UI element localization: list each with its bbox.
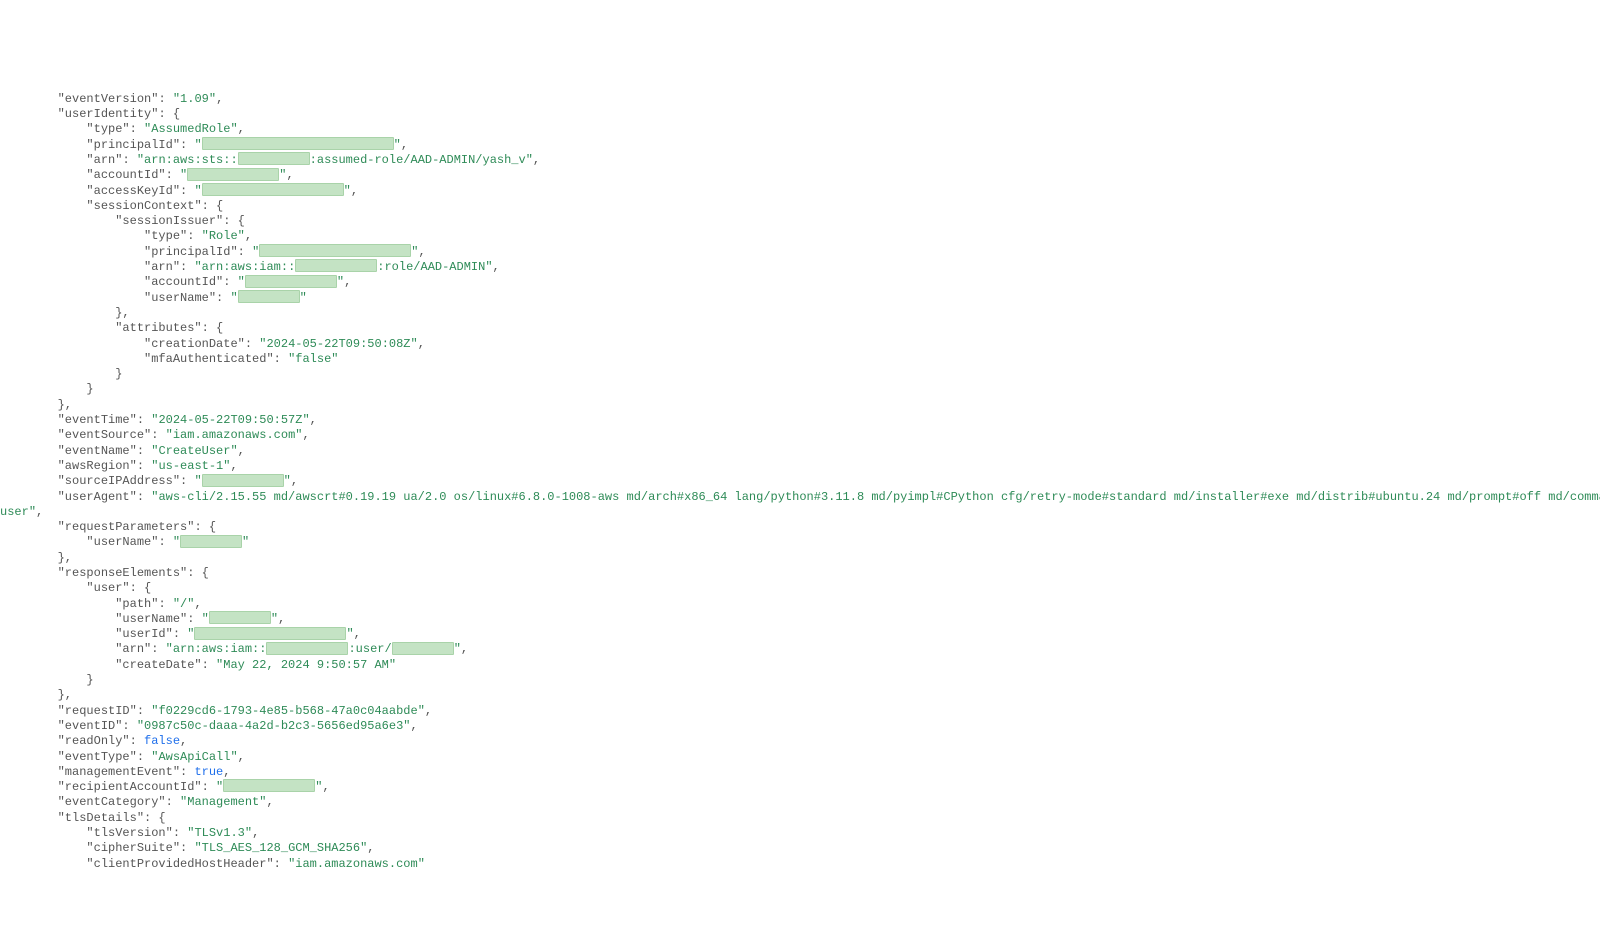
- redacted-principalId: [202, 137, 394, 150]
- val-si-type: "Role": [202, 229, 245, 243]
- redacted-re-userName: [209, 611, 271, 624]
- val-si-arn: "arn:aws:iam::: [194, 260, 295, 274]
- cloudtrail-json-log: "eventVersion": "1.09", "userIdentity": …: [0, 76, 1600, 871]
- key-eventID: "eventID": [58, 719, 123, 733]
- key-si-userName: "userName": [144, 291, 216, 305]
- val-userAgent-cont: user": [0, 505, 36, 519]
- key-createDate: "createDate": [115, 658, 201, 672]
- redacted-si-userName: [238, 290, 300, 303]
- key-sourceIPAddress: "sourceIPAddress": [58, 474, 180, 488]
- redacted-si-arn-account: [295, 259, 377, 272]
- key-eventSource: "eventSource": [58, 428, 152, 442]
- redacted-accountId: [187, 168, 279, 181]
- key-user: "user": [86, 581, 129, 595]
- redacted-si-accountId: [245, 275, 337, 288]
- val-requestID: "f0229cd6-1793-4e85-b568-47a0c04aabde": [151, 704, 425, 718]
- key-si-principalId: "principalId": [144, 245, 238, 259]
- val-eventSource: "iam.amazonaws.com": [166, 428, 303, 442]
- val-eventVersion: "1.09": [173, 92, 216, 106]
- redacted-si-principalId: [259, 244, 411, 257]
- val-userIdentity-arn: "arn:aws:sts::: [137, 153, 238, 167]
- redacted-accessKeyId: [202, 183, 344, 196]
- val-eventID: "0987c50c-daaa-4a2d-b2c3-5656ed95a6e3": [137, 719, 411, 733]
- key-eventTime: "eventTime": [58, 413, 137, 427]
- val-cipherSuite: "TLS_AES_128_GCM_SHA256": [194, 841, 367, 855]
- redacted-re-arn-user: [392, 642, 454, 655]
- val-re-arn: "arn:aws:iam::: [166, 642, 267, 656]
- key-cipherSuite: "cipherSuite": [86, 841, 180, 855]
- key-accountId: "accountId": [86, 168, 165, 182]
- key-mfaAuthenticated: "mfaAuthenticated": [144, 352, 274, 366]
- key-userIdentity: "userIdentity": [58, 107, 159, 121]
- key-path: "path": [115, 597, 158, 611]
- val-awsRegion: "us-east-1": [151, 459, 230, 473]
- key-si-type: "type": [144, 229, 187, 243]
- val-readOnly: false: [144, 734, 180, 748]
- val-createDate: "May 22, 2024 9:50:57 AM": [216, 658, 396, 672]
- key-requestID: "requestID": [58, 704, 137, 718]
- key-awsRegion: "awsRegion": [58, 459, 137, 473]
- key-principalId: "principalId": [86, 138, 180, 152]
- val-eventCategory: "Management": [180, 795, 266, 809]
- key-userId: "userId": [115, 627, 173, 641]
- key-attributes: "attributes": [115, 321, 201, 335]
- key-eventType: "eventType": [58, 750, 137, 764]
- val-userAgent: "aws-cli/2.15.55 md/awscrt#0.19.19 ua/2.…: [151, 490, 1600, 504]
- key-arn: "arn": [86, 153, 122, 167]
- key-si-accountId: "accountId": [144, 275, 223, 289]
- key-clientProvidedHostHeader: "clientProvidedHostHeader": [86, 857, 273, 871]
- val-clientProvidedHostHeader: "iam.amazonaws.com": [288, 857, 425, 871]
- redacted-re-arn-account: [266, 642, 348, 655]
- key-readOnly: "readOnly": [58, 734, 130, 748]
- key-sessionIssuer: "sessionIssuer": [115, 214, 223, 228]
- val-path: "/": [173, 597, 195, 611]
- key-sessionContext: "sessionContext": [86, 199, 201, 213]
- key-tlsDetails: "tlsDetails": [58, 811, 144, 825]
- val-managementEvent: true: [194, 765, 223, 779]
- key-managementEvent: "managementEvent": [58, 765, 180, 779]
- key-eventVersion: "eventVersion": [58, 92, 159, 106]
- key-recipientAccountId: "recipientAccountId": [58, 780, 202, 794]
- key-requestParameters: "requestParameters": [58, 520, 195, 534]
- key-tlsVersion: "tlsVersion": [86, 826, 172, 840]
- val-mfaAuthenticated: "false": [288, 352, 338, 366]
- key-userAgent: "userAgent": [58, 490, 137, 504]
- redacted-sourceIPAddress: [202, 474, 284, 487]
- val-userIdentity-type: "AssumedRole": [144, 122, 238, 136]
- key-creationDate: "creationDate": [144, 337, 245, 351]
- redacted-userId: [194, 627, 346, 640]
- val-eventType: "AwsApiCall": [151, 750, 237, 764]
- val-tlsVersion: "TLSv1.3": [187, 826, 252, 840]
- key-re-userName: "userName": [115, 612, 187, 626]
- redacted-rp-userName: [180, 535, 242, 548]
- redacted-arn-account: [238, 152, 310, 165]
- key-responseElements: "responseElements": [58, 566, 188, 580]
- val-creationDate: "2024-05-22T09:50:08Z": [259, 337, 417, 351]
- key-eventName: "eventName": [58, 444, 137, 458]
- key-re-arn: "arn": [115, 642, 151, 656]
- val-eventName: "CreateUser": [151, 444, 237, 458]
- key-rp-userName: "userName": [86, 535, 158, 549]
- key-eventCategory: "eventCategory": [58, 795, 166, 809]
- redacted-recipientAccountId: [223, 779, 315, 792]
- key-type: "type": [86, 122, 129, 136]
- val-eventTime: "2024-05-22T09:50:57Z": [151, 413, 309, 427]
- key-si-arn: "arn": [144, 260, 180, 274]
- key-accessKeyId: "accessKeyId": [86, 184, 180, 198]
